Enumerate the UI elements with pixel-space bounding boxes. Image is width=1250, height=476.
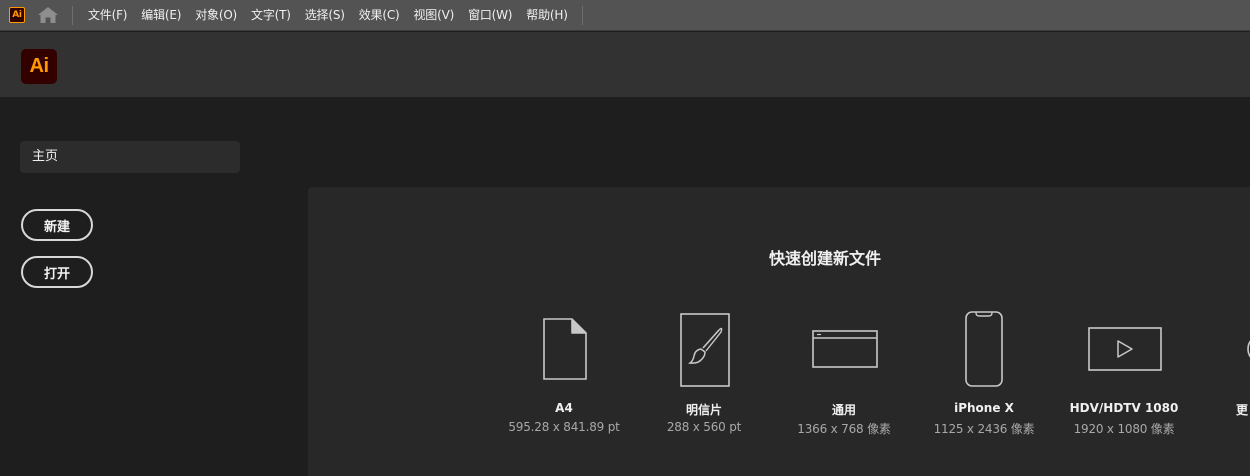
section-title: 快速创建新文件 <box>768 249 881 268</box>
menu-bar: Ai 文件(F) 编辑(E) 对象(O) 文字(T) 选择(S) 效果(C) 视… <box>0 0 1250 31</box>
new-button[interactable]: 新建 <box>21 209 93 241</box>
menu-select[interactable]: 选择(S) <box>298 0 352 31</box>
browser-window-icon <box>812 330 878 368</box>
video-play-icon <box>1088 327 1162 371</box>
menu-separator <box>72 6 73 25</box>
preset-icon-wrap <box>914 309 1054 389</box>
document-icon <box>543 318 587 380</box>
home-icon[interactable] <box>37 6 59 24</box>
preset-name: 明信片 <box>685 403 722 417</box>
preset-icon-wrap <box>634 309 774 389</box>
menu-view[interactable]: 视图(V) <box>406 0 461 31</box>
menu-help[interactable]: 帮助(H) <box>519 0 574 31</box>
menu-effect[interactable]: 效果(C) <box>352 0 407 31</box>
preset-size: 288 x 560 pt <box>666 420 742 434</box>
preset-iphone-x[interactable]: iPhone X 1125 x 2436 像素 <box>914 309 1054 439</box>
illustrator-logo: Ai <box>21 49 57 84</box>
postcard-brush-icon <box>680 313 730 387</box>
preset-size: 1125 x 2436 像素 <box>933 422 1035 436</box>
menu-window[interactable]: 窗口(W) <box>461 0 519 31</box>
menu-items: 文件(F) 编辑(E) 对象(O) 文字(T) 选择(S) 效果(C) 视图(V… <box>81 0 575 31</box>
preset-a4[interactable]: A4 595.28 x 841.89 pt <box>494 309 634 439</box>
app-header: Ai <box>0 32 1250 97</box>
preset-size: 595.28 x 841.89 pt <box>508 420 620 434</box>
menu-edit[interactable]: 编辑(E) <box>134 0 188 31</box>
illustrator-app-icon[interactable]: Ai <box>9 7 25 23</box>
menu-separator <box>582 6 583 25</box>
preset-name: iPhone X <box>954 401 1014 415</box>
more-icon <box>1247 340 1250 358</box>
preset-postcard[interactable]: 明信片 288 x 560 pt <box>634 309 774 439</box>
preset-icon-wrap <box>774 309 914 389</box>
preset-hdtv-1080[interactable]: HDV/HDTV 1080 1920 x 1080 像素 <box>1054 309 1194 439</box>
menu-object[interactable]: 对象(O) <box>188 0 244 31</box>
menu-file[interactable]: 文件(F) <box>81 0 134 31</box>
preset-name: 更 <box>1236 403 1249 417</box>
open-button[interactable]: 打开 <box>21 256 93 288</box>
menu-type[interactable]: 文字(T) <box>244 0 298 31</box>
preset-name: HDV/HDTV 1080 <box>1069 401 1179 415</box>
preset-size: 1920 x 1080 像素 <box>1073 422 1175 436</box>
preset-icon-wrap <box>1054 309 1194 389</box>
preset-common[interactable]: 通用 1366 x 768 像素 <box>774 309 914 439</box>
preset-name: 通用 <box>831 403 856 417</box>
preset-icon-wrap <box>494 309 634 389</box>
preset-name: A4 <box>555 401 573 415</box>
preset-size: 1366 x 768 像素 <box>797 422 891 436</box>
sidebar-item-home[interactable]: 主页 <box>20 141 240 173</box>
phone-icon <box>965 311 1003 387</box>
preset-icon-wrap <box>1194 309 1250 389</box>
quick-create-panel: 快速创建新文件 A4 595.28 x 841.89 pt 明信片 288 x … <box>308 187 1250 476</box>
preset-more[interactable]: 更 <box>1194 309 1250 439</box>
sidebar: 主页 新建 打开 <box>0 97 290 476</box>
